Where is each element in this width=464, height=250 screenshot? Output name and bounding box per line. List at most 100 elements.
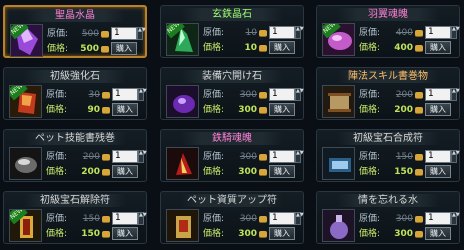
item-card[interactable]: 鉄騎魂魄 原価: 価格: 300 300 1 ▲▼ 購入 [160, 129, 304, 182]
buy-button[interactable]: 購入 [425, 41, 451, 54]
price-label: 価格: [359, 229, 381, 239]
quantity-input[interactable]: 1 [425, 88, 451, 101]
purple-crystal-icon[interactable]: NEW [10, 24, 43, 57]
gem-synthesis-charm-icon[interactable] [322, 147, 355, 180]
price-value: 300 [394, 229, 413, 239]
pet-skill-scroll-icon[interactable] [9, 147, 42, 180]
pet-aptitude-charm-icon[interactable] [166, 209, 199, 242]
coin-icon [259, 169, 267, 176]
item-card[interactable]: 装備穴開け石 原価: 価格: 300 300 1 ▲▼ 購入 [160, 67, 304, 120]
price-label: 価格: [359, 105, 381, 115]
green-crystal-icon[interactable]: NEW [166, 23, 199, 56]
coin-icon [415, 30, 423, 37]
quantity-spinner[interactable]: ▲▼ [138, 88, 147, 101]
original-price-value: 500 [81, 29, 99, 39]
original-price-label: 原価: [46, 152, 68, 162]
item-name: 初級強化石 [24, 70, 126, 83]
quantity-spinner[interactable]: ▲▼ [295, 212, 304, 225]
buy-button[interactable]: 購入 [112, 165, 138, 178]
price-value: 500 [80, 44, 99, 54]
coin-icon [259, 154, 267, 161]
coin-icon [415, 231, 423, 238]
price-value: 400 [394, 43, 413, 53]
original-price-value: 10 [245, 28, 257, 38]
price-label: 価格: [203, 229, 225, 239]
socket-stone-icon[interactable] [166, 85, 199, 118]
quantity-spinner[interactable]: ▲▼ [295, 26, 304, 39]
buy-button[interactable]: 購入 [112, 227, 138, 240]
item-card[interactable]: 初級宝石解除符 NEW 原価: 価格: 150 150 1 ▲▼ 購入 [3, 191, 147, 244]
forget-water-icon[interactable] [322, 209, 355, 242]
coin-icon [415, 216, 423, 223]
quantity-spinner[interactable]: ▲▼ [138, 150, 147, 163]
original-price-label: 原価: [47, 29, 69, 39]
coin-icon [415, 154, 423, 161]
quantity-spinner[interactable]: ▲▼ [138, 212, 147, 225]
quantity-spinner[interactable]: ▲▼ [451, 150, 460, 163]
quantity-spinner[interactable]: ▲▼ [295, 150, 304, 163]
item-card[interactable]: 情を忘れる水 原価: 価格: 300 300 1 ▲▼ 購入 [316, 191, 460, 244]
coin-icon [101, 31, 109, 38]
quantity-spinner[interactable]: ▲▼ [137, 27, 146, 40]
iron-horse-soul-icon[interactable] [166, 147, 199, 180]
quantity-input[interactable]: 1 [425, 212, 451, 225]
price-value: 200 [394, 105, 413, 115]
coin-icon [102, 92, 110, 99]
original-price-value: 150 [82, 214, 100, 224]
item-name: 陣法スキル書巻物 [337, 70, 439, 83]
item-card[interactable]: ペット技能書残巻 原価: 価格: 200 200 1 ▲▼ 購入 [3, 129, 147, 182]
item-card[interactable]: 羽翼魂魄 NEW 原価: 価格: 400 400 1 ▲▼ 購入 [316, 5, 460, 58]
coin-icon [259, 216, 267, 223]
item-name: 装備穴開け石 [181, 70, 283, 83]
original-price-value: 300 [239, 152, 257, 162]
coin-icon [259, 107, 267, 114]
quantity-spinner[interactable]: ▲▼ [451, 26, 460, 39]
buy-button[interactable]: 購入 [425, 165, 451, 178]
coin-icon [102, 216, 110, 223]
item-name: 聖晶水晶 [25, 9, 125, 22]
quantity-input[interactable]: 1 [269, 150, 295, 163]
buy-button[interactable]: 購入 [425, 227, 451, 240]
buy-button[interactable]: 購入 [111, 42, 137, 55]
quantity-input[interactable]: 1 [112, 88, 138, 101]
price-value: 10 [244, 43, 257, 53]
item-name: ペット技能書残巻 [24, 132, 126, 145]
buy-button[interactable]: 購入 [269, 165, 295, 178]
quantity-input[interactable]: 1 [112, 150, 138, 163]
item-name: 羽翼魂魄 [337, 8, 439, 21]
buy-button[interactable]: 購入 [425, 103, 451, 116]
item-card[interactable]: 初級宝石合成符 原価: 価格: 150 150 1 ▲▼ 購入 [316, 129, 460, 182]
quantity-input[interactable]: 1 [425, 150, 451, 163]
price-label: 価格: [203, 105, 225, 115]
coin-icon [259, 45, 267, 52]
quantity-input[interactable]: 1 [112, 212, 138, 225]
price-label: 価格: [203, 43, 225, 53]
quantity-spinner[interactable]: ▲▼ [295, 88, 304, 101]
item-card[interactable]: 陣法スキル書巻物 原価: 価格: 200 200 1 ▲▼ 購入 [316, 67, 460, 120]
buy-button[interactable]: 購入 [269, 103, 295, 116]
original-price-value: 300 [239, 90, 257, 100]
strengthen-stone-icon[interactable]: NEW [9, 85, 42, 118]
item-card[interactable]: 聖晶水晶 NEW 原価: 価格: 500 500 1 ▲▼ 購入 [3, 5, 147, 58]
price-value: 300 [238, 105, 257, 115]
scroll-icon[interactable] [322, 85, 355, 118]
quantity-input[interactable]: 1 [269, 212, 295, 225]
quantity-input[interactable]: 1 [111, 27, 137, 40]
quantity-spinner[interactable]: ▲▼ [451, 212, 460, 225]
quantity-input[interactable]: 1 [425, 26, 451, 39]
quantity-input[interactable]: 1 [269, 88, 295, 101]
quantity-spinner[interactable]: ▲▼ [451, 88, 460, 101]
wing-soul-icon[interactable]: NEW [322, 23, 355, 56]
item-card[interactable]: 初級強化石 NEW 原価: 価格: 30 90 1 ▲▼ 購入 [3, 67, 147, 120]
buy-button[interactable]: 購入 [112, 103, 138, 116]
price-value: 300 [238, 229, 257, 239]
original-price-label: 原価: [359, 152, 381, 162]
item-card[interactable]: 玄鉄晶石 NEW 原価: 価格: 10 10 1 ▲▼ 購入 [160, 5, 304, 58]
item-name: 鉄騎魂魄 [181, 132, 283, 145]
item-card[interactable]: ペット資質アップ符 原価: 価格: 300 300 1 ▲▼ 購入 [160, 191, 304, 244]
original-price-value: 30 [88, 90, 100, 100]
buy-button[interactable]: 購入 [269, 227, 295, 240]
gem-removal-charm-icon[interactable]: NEW [9, 209, 42, 242]
buy-button[interactable]: 購入 [269, 41, 295, 54]
quantity-input[interactable]: 1 [269, 26, 295, 39]
